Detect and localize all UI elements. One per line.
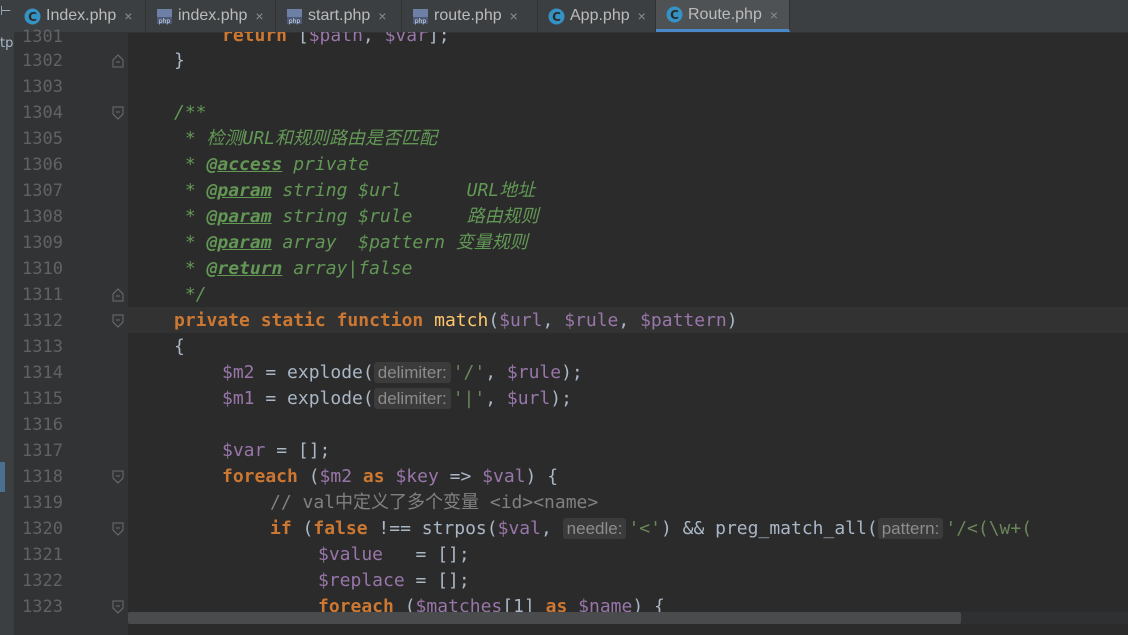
close-icon[interactable]: × (378, 8, 386, 24)
doc-comment-line: * @param string $rule 路由规则 (174, 206, 539, 227)
tab-route-php[interactable]: php route.php × (402, 0, 538, 32)
line-number: 1316 (22, 415, 63, 435)
line-number: 1321 (22, 545, 63, 565)
line-number: 1310 (22, 259, 63, 279)
fold-start-icon[interactable] (112, 470, 124, 484)
tab-label: Route.php (688, 5, 762, 23)
parameter-hint: needle: (562, 518, 627, 539)
php-file-icon: php (156, 8, 173, 25)
line-number: 1306 (22, 155, 63, 175)
svg-text:C: C (670, 8, 679, 22)
doc-comment-line: * @return array|false (174, 258, 413, 279)
parameter-hint: pattern: (877, 518, 944, 539)
code-editor[interactable]: return [$path, $var]; } /** * 检测URL和规则路由… (128, 32, 1128, 635)
doc-comment-line: * @access private (174, 154, 370, 175)
line-number: 1305 (22, 129, 63, 149)
function-signature-line: private static function match($url, $rul… (174, 310, 738, 331)
doc-comment-line: * @param string $url URL地址 (174, 180, 536, 201)
editor-tab-bar: C Index.php × php index.php × php start.… (14, 0, 1128, 33)
svg-text:php: php (415, 18, 427, 25)
fold-end-icon[interactable] (112, 54, 124, 68)
parameter-hint: delimiter: (373, 388, 451, 409)
svg-text:C: C (28, 10, 37, 24)
fold-start-icon[interactable] (112, 522, 124, 536)
fold-start-icon[interactable] (112, 106, 124, 120)
code-line: { (174, 336, 185, 357)
php-class-icon: C (24, 8, 41, 25)
line-number: 1307 (22, 181, 63, 201)
line-number: 1304 (22, 103, 63, 123)
code-line: } (174, 50, 185, 71)
code-line: if (false !== strpos($val, needle: '<') &… (270, 518, 1033, 539)
code-line: $m2 = explode(delimiter: '/', $rule); (222, 362, 583, 383)
comment-line: // val中定义了多个变量 <id><name> (270, 492, 599, 513)
tab-start-php[interactable]: php start.php × (276, 0, 402, 32)
svg-text:C: C (552, 10, 561, 24)
line-number: 1323 (22, 597, 63, 617)
fold-end-icon[interactable] (112, 288, 124, 302)
code-line: return [$path, $var]; (222, 32, 450, 46)
parameter-hint: delimiter: (373, 362, 451, 383)
svg-text:php: php (159, 18, 171, 25)
line-number: 1320 (22, 519, 63, 539)
fold-start-icon[interactable] (112, 600, 124, 614)
close-icon[interactable]: × (638, 8, 646, 24)
close-icon[interactable]: × (255, 8, 263, 24)
tool-strip-marker (0, 462, 5, 492)
line-number: 1311 (22, 285, 63, 305)
tool-strip-label: ⊢ (0, 4, 12, 19)
line-number: 1312 (22, 311, 63, 331)
php-class-icon: C (548, 8, 565, 25)
code-line: $m1 = explode(delimiter: '|', $url); (222, 388, 572, 409)
doc-comment-line: /** (174, 102, 207, 123)
close-icon[interactable]: × (124, 8, 132, 24)
tab-label: index.php (178, 7, 248, 24)
line-number-gutter: 1301 1302 1303 1304 1305 1306 1307 1308 … (14, 27, 128, 635)
line-number: 1302 (22, 51, 63, 71)
line-number: 1315 (22, 389, 63, 409)
tab-label: App.php (570, 7, 630, 24)
line-number: 1319 (22, 493, 63, 513)
tab-route-php-class[interactable]: C Route.php × (656, 0, 790, 32)
code-line: $value = []; (318, 544, 470, 565)
code-line: foreach ($m2 as $key => $val) { (222, 466, 559, 487)
tab-label: start.php (308, 7, 371, 24)
line-number: 1301 (22, 27, 63, 47)
line-number: 1303 (22, 77, 63, 97)
left-tool-strip: ⊢ tp (0, 0, 15, 635)
php-class-icon: C (666, 6, 683, 23)
svg-text:php: php (289, 18, 301, 25)
line-number: 1314 (22, 363, 63, 383)
line-number: 1313 (22, 337, 63, 357)
doc-comment-line: */ (174, 284, 207, 305)
tab-label: Index.php (46, 7, 117, 24)
tool-strip-label: tp (0, 36, 14, 51)
php-file-icon: php (286, 8, 303, 25)
tab-index-php[interactable]: php index.php × (146, 0, 276, 32)
line-number: 1317 (22, 441, 63, 461)
line-number: 1322 (22, 571, 63, 591)
tab-app-php[interactable]: C App.php × (538, 0, 656, 32)
fold-start-icon[interactable] (112, 314, 124, 328)
line-number: 1318 (22, 467, 63, 487)
doc-comment-line: * @param array $pattern 变量规则 (174, 232, 528, 253)
close-icon[interactable]: × (770, 7, 778, 23)
php-file-icon: php (412, 8, 429, 25)
close-icon[interactable]: × (510, 8, 518, 24)
code-line: $var = []; (222, 440, 331, 461)
code-line: $replace = []; (318, 570, 470, 591)
line-number: 1309 (22, 233, 63, 253)
doc-comment-line: * 检测URL和规则路由是否匹配 (174, 128, 438, 149)
line-number: 1308 (22, 207, 63, 227)
horizontal-scrollbar-thumb[interactable] (128, 612, 961, 624)
tab-label: route.php (434, 7, 502, 24)
